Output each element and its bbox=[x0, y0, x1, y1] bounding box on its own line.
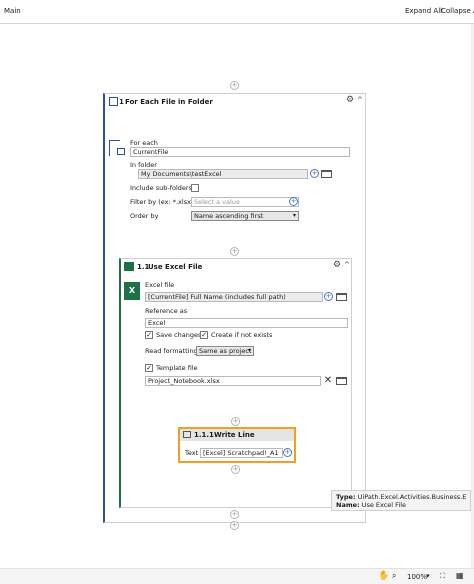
in-folder-input[interactable]: My Documents\testExcel bbox=[138, 169, 308, 179]
add-plus-icon[interactable]: + bbox=[289, 197, 298, 206]
for-each-variable-input[interactable]: CurrentFile bbox=[130, 147, 350, 157]
save-changes-checkbox[interactable]: ✓ bbox=[145, 331, 153, 339]
use-excel-file-activity[interactable]: 1.1 Use Excel File ⚙ ^ X Excel file [Cur… bbox=[119, 258, 352, 508]
designer-header: Main Expand All Collapse All bbox=[0, 0, 474, 24]
order-by-value: Name ascending first bbox=[194, 212, 264, 220]
gear-icon[interactable]: ⚙ bbox=[333, 260, 341, 270]
tooltip-name-label: Name: bbox=[336, 501, 360, 509]
save-changes-label: Save changes bbox=[156, 331, 202, 339]
browse-folder-icon[interactable] bbox=[336, 377, 347, 385]
create-if-not-exists-label: Create if not exists bbox=[211, 331, 273, 339]
hand-icon[interactable]: ✋ bbox=[378, 571, 389, 581]
template-file-input[interactable]: Project_Notebook.xlsx bbox=[145, 376, 321, 386]
create-if-not-exists-checkbox[interactable]: ✓ bbox=[200, 331, 208, 339]
filter-label: Filter by (ex: *.xlsx) bbox=[130, 198, 194, 206]
for-each-title: For Each File in Folder bbox=[125, 98, 213, 106]
read-formatting-dropdown[interactable]: Same as project ▾ bbox=[196, 346, 254, 356]
template-file-checkbox[interactable]: ✓ bbox=[145, 364, 153, 372]
in-folder-label: In folder bbox=[130, 161, 157, 169]
add-activity-plus[interactable]: + bbox=[231, 417, 240, 426]
for-each-label: For each bbox=[130, 139, 158, 147]
zoom-search-icon[interactable]: ⌕ bbox=[392, 571, 396, 581]
gear-icon[interactable]: ⚙ bbox=[346, 95, 354, 105]
excel-file-input[interactable]: [CurrentFile] Full Name (includes full p… bbox=[145, 292, 323, 302]
use-excel-title: Use Excel File bbox=[148, 263, 203, 271]
collapse-caret-icon[interactable]: ^ bbox=[344, 261, 350, 269]
text-label: Text bbox=[185, 449, 199, 457]
activity-tooltip: Type: UiPath.Excel.Activities.Business.E… bbox=[331, 490, 471, 511]
collapse-caret-icon[interactable]: ^ bbox=[357, 96, 363, 104]
add-activity-plus[interactable]: + bbox=[230, 521, 239, 530]
write-line-icon bbox=[183, 431, 191, 438]
tooltip-type-label: Type: bbox=[336, 493, 356, 501]
order-by-label: Order by bbox=[130, 212, 159, 220]
chevron-down-icon: ▾ bbox=[292, 212, 296, 219]
browse-folder-icon[interactable] bbox=[321, 170, 332, 178]
text-input[interactable]: [Excel] Scratchpad!_A1 bbox=[200, 448, 283, 458]
add-plus-icon[interactable]: + bbox=[310, 169, 319, 178]
order-by-dropdown[interactable]: Name ascending first ▾ bbox=[191, 211, 299, 221]
breadcrumb-main[interactable]: Main bbox=[4, 7, 21, 15]
include-subfolders-checkbox[interactable] bbox=[191, 184, 199, 192]
designer-statusbar: ✋ ⌕ 100% ▾ ⛶ ▦ bbox=[0, 568, 474, 584]
chevron-down-icon[interactable]: ▾ bbox=[426, 572, 430, 580]
include-subfolders-label: Include sub-folders bbox=[130, 184, 192, 192]
excel-file-icon: X bbox=[124, 282, 140, 300]
write-line-number: 1.1.1 bbox=[194, 431, 214, 439]
excel-file-label: Excel file bbox=[145, 281, 175, 289]
designer-canvas: + 1 For Each File in Folder ⚙ ^ For each… bbox=[0, 24, 471, 568]
add-plus-icon[interactable]: + bbox=[324, 292, 333, 301]
write-line-title: Write Line bbox=[214, 431, 255, 439]
browse-folder-icon[interactable] bbox=[336, 293, 347, 301]
chevron-down-icon: ▾ bbox=[247, 347, 251, 354]
reference-as-input[interactable]: Excel bbox=[145, 318, 348, 328]
clear-icon[interactable]: ✕ bbox=[322, 375, 334, 387]
for-each-file-activity[interactable]: 1 For Each File in Folder ⚙ ^ For each C… bbox=[103, 93, 366, 523]
expand-all-link[interactable]: Expand All bbox=[405, 7, 442, 15]
add-activity-plus[interactable]: + bbox=[231, 465, 240, 474]
add-activity-plus[interactable]: + bbox=[230, 247, 239, 256]
folder-icon bbox=[117, 148, 125, 155]
add-activity-plus[interactable]: + bbox=[230, 81, 239, 90]
add-activity-plus[interactable]: + bbox=[230, 510, 239, 519]
excel-icon bbox=[124, 262, 134, 271]
for-each-number: 1 bbox=[119, 98, 124, 106]
read-formatting-value: Same as project bbox=[199, 347, 252, 355]
filter-input[interactable]: Select a value bbox=[191, 197, 299, 207]
overview-icon[interactable]: ▦ bbox=[456, 571, 464, 580]
add-plus-icon[interactable]: + bbox=[283, 448, 292, 457]
tooltip-type-value: UiPath.Excel.Activities.Business.ExcelAp… bbox=[357, 493, 466, 501]
zoom-level[interactable]: 100% bbox=[407, 573, 427, 581]
write-line-activity[interactable]: 1.1.1 Write Line Text [Excel] Scratchpad… bbox=[178, 427, 296, 463]
fit-screen-icon[interactable]: ⛶ bbox=[440, 572, 445, 581]
read-formatting-label: Read formatting bbox=[145, 347, 198, 355]
template-file-label: Template file bbox=[156, 364, 198, 372]
tooltip-name-value: Use Excel File bbox=[361, 501, 407, 509]
foreach-icon bbox=[109, 97, 118, 106]
collapse-all-link[interactable]: Collapse All bbox=[441, 7, 474, 15]
reference-as-label: Reference as bbox=[145, 307, 188, 315]
